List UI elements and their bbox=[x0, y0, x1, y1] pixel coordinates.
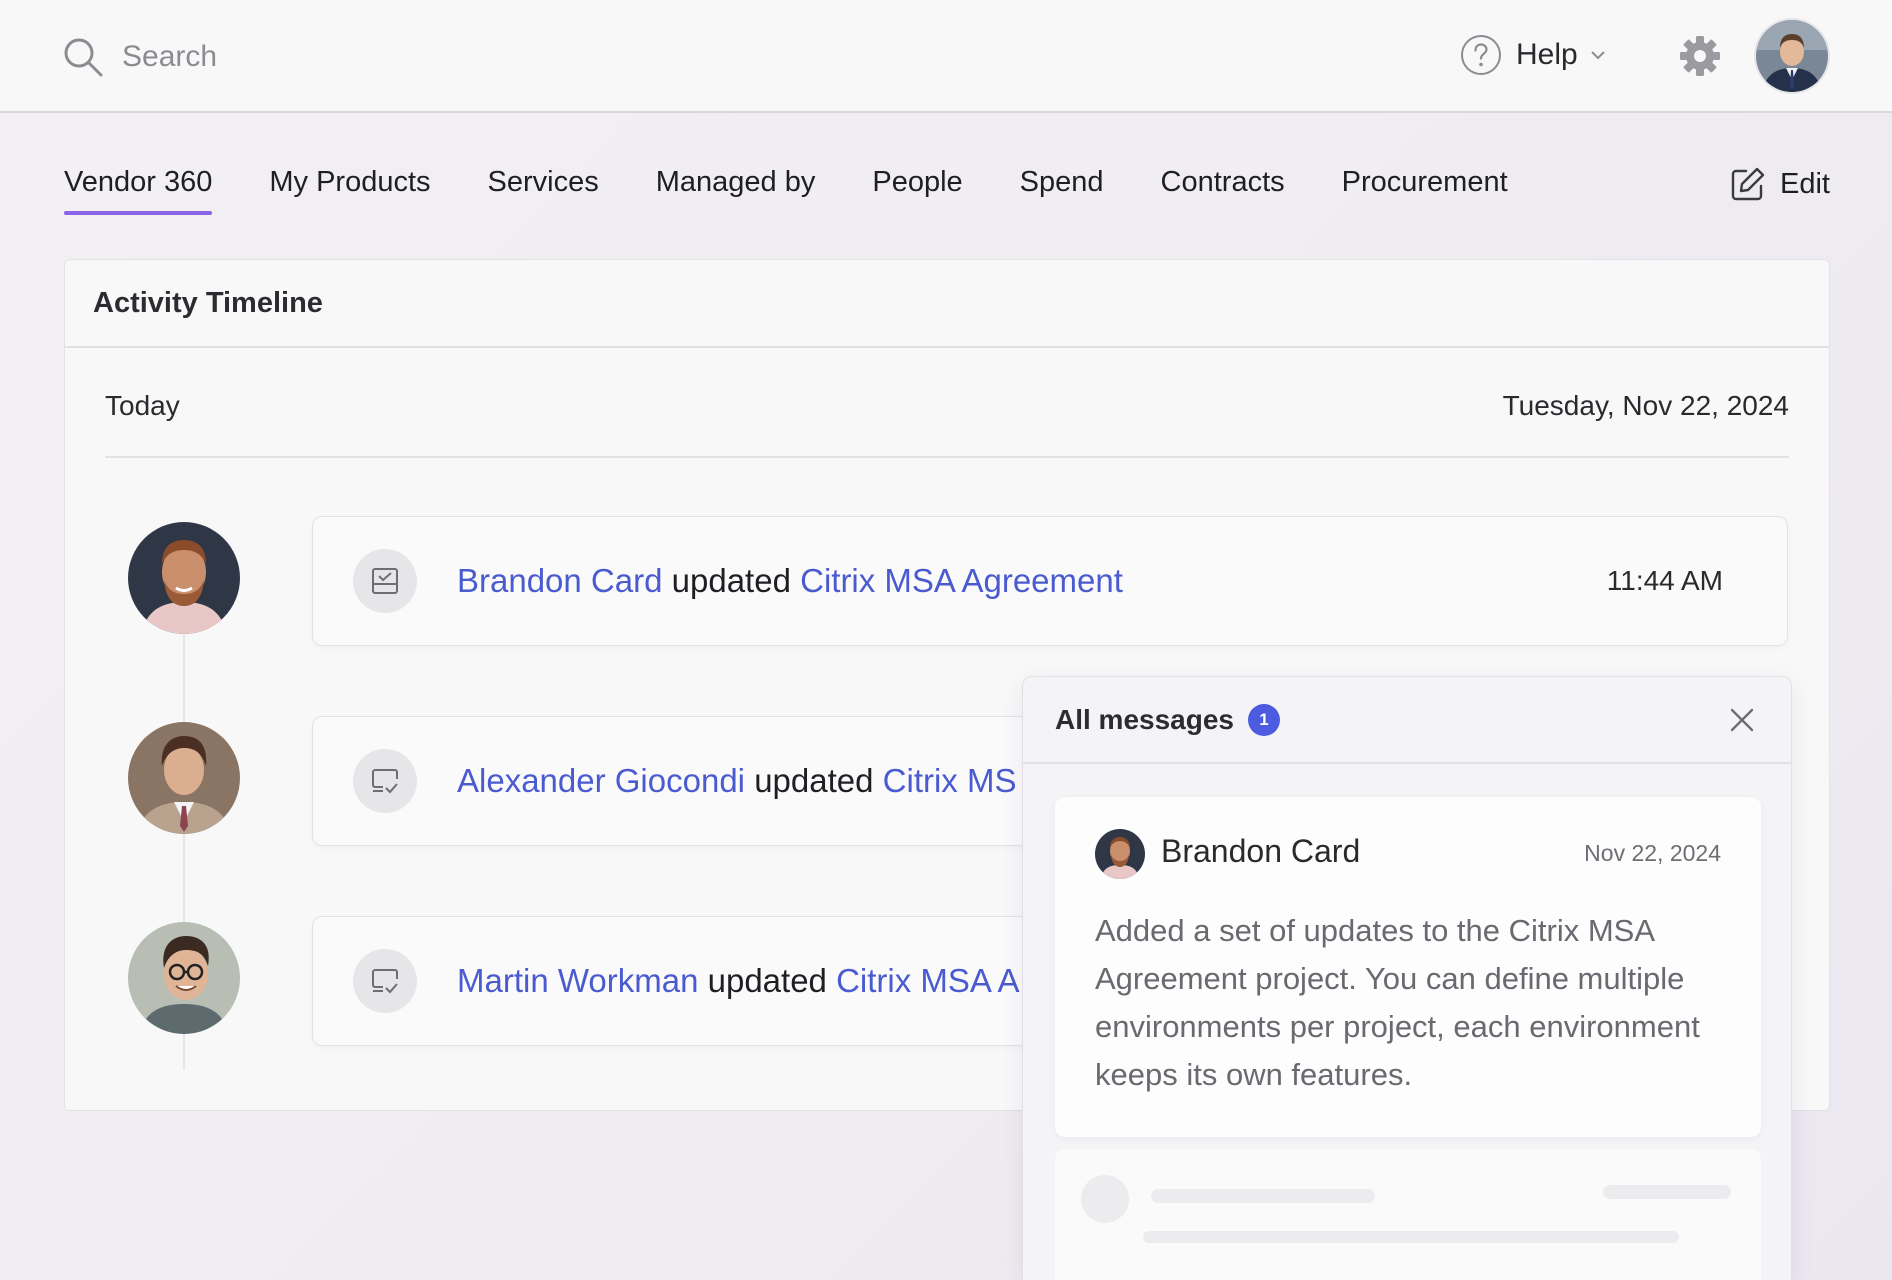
activity-icon bbox=[353, 549, 417, 613]
document-check-icon bbox=[372, 568, 398, 594]
user-link[interactable]: Alexander Giocondi bbox=[457, 762, 745, 799]
edit-icon bbox=[1731, 167, 1765, 201]
skeleton-avatar bbox=[1081, 1175, 1129, 1223]
top-bar: Help bbox=[0, 0, 1892, 113]
card-header: Activity Timeline bbox=[65, 260, 1829, 348]
tab-services[interactable]: Services bbox=[488, 166, 599, 215]
avatar-martin-workman[interactable] bbox=[128, 922, 240, 1034]
tab-contracts[interactable]: Contracts bbox=[1161, 166, 1285, 215]
edit-button[interactable]: Edit bbox=[1730, 166, 1830, 202]
activity-action: updated bbox=[754, 762, 874, 799]
avatar-brandon-card[interactable] bbox=[128, 522, 240, 634]
tab-procurement[interactable]: Procurement bbox=[1342, 166, 1508, 215]
message-item[interactable]: Brandon Card Nov 22, 2024 Added a set of… bbox=[1055, 797, 1761, 1137]
skeleton-line bbox=[1603, 1185, 1731, 1199]
activity-icon bbox=[353, 949, 417, 1013]
activity-text: Alexander Giocondi updated Citrix MS bbox=[457, 762, 1016, 800]
message-loading-placeholder bbox=[1055, 1149, 1761, 1280]
tab-spend[interactable]: Spend bbox=[1020, 166, 1104, 215]
messages-title: All messages bbox=[1055, 703, 1234, 735]
user-link[interactable]: Brandon Card bbox=[457, 562, 662, 599]
message-author: Brandon Card bbox=[1161, 833, 1361, 869]
message-avatar bbox=[1095, 829, 1145, 879]
card-title: Activity Timeline bbox=[93, 286, 323, 319]
activity-icon bbox=[353, 749, 417, 813]
day-divider: Today Tuesday, Nov 22, 2024 bbox=[105, 348, 1789, 458]
day-label: Today bbox=[105, 390, 180, 421]
close-icon[interactable] bbox=[1727, 705, 1757, 735]
search-box[interactable] bbox=[62, 36, 522, 78]
search-icon bbox=[64, 38, 103, 77]
user-link[interactable]: Martin Workman bbox=[457, 962, 698, 999]
help-label: Help bbox=[1516, 38, 1578, 71]
document-link[interactable]: Citrix MSA A bbox=[836, 962, 1019, 999]
messages-panel: All messages 1 Brandon Card Nov 22, 2024… bbox=[1022, 676, 1792, 1280]
document-link[interactable]: Citrix MSA Agreement bbox=[800, 562, 1123, 599]
day-date: Tuesday, Nov 22, 2024 bbox=[1502, 390, 1789, 421]
activity-text: Martin Workman updated Citrix MSA A bbox=[457, 962, 1019, 1000]
skeleton-line bbox=[1143, 1231, 1679, 1243]
skeleton-line bbox=[1151, 1189, 1375, 1203]
gear-icon[interactable] bbox=[1678, 34, 1722, 78]
avatar-alexander-giocondi[interactable] bbox=[128, 722, 240, 834]
activity-action: updated bbox=[671, 562, 791, 599]
activity-item[interactable]: Brandon Card updated Citrix MSA Agreemen… bbox=[312, 516, 1788, 646]
user-avatar[interactable] bbox=[1756, 20, 1828, 92]
activity-text: Brandon Card updated Citrix MSA Agreemen… bbox=[457, 562, 1123, 600]
tab-managed-by[interactable]: Managed by bbox=[656, 166, 816, 215]
unread-count-badge: 1 bbox=[1248, 703, 1280, 736]
vendor-tabs: Vendor 360 My Products Services Managed … bbox=[64, 166, 1565, 215]
monitor-check-icon bbox=[372, 969, 398, 994]
message-date: Nov 22, 2024 bbox=[1584, 840, 1721, 866]
tab-vendor-360[interactable]: Vendor 360 bbox=[64, 166, 213, 215]
activity-time: 11:44 AM bbox=[1606, 565, 1723, 596]
chevron-down-icon bbox=[1590, 51, 1605, 60]
activity-action: updated bbox=[707, 962, 827, 999]
messages-header: All messages 1 bbox=[1023, 677, 1791, 764]
question-circle-icon bbox=[1461, 35, 1501, 75]
monitor-check-icon bbox=[372, 769, 398, 794]
document-link[interactable]: Citrix MS bbox=[883, 762, 1017, 799]
message-body: Added a set of updates to the Citrix MSA… bbox=[1095, 913, 1700, 1092]
help-menu[interactable]: Help bbox=[1460, 34, 1606, 76]
tab-people[interactable]: People bbox=[872, 166, 962, 215]
tab-my-products[interactable]: My Products bbox=[269, 166, 430, 215]
edit-label: Edit bbox=[1780, 167, 1830, 200]
search-input[interactable] bbox=[122, 37, 522, 77]
